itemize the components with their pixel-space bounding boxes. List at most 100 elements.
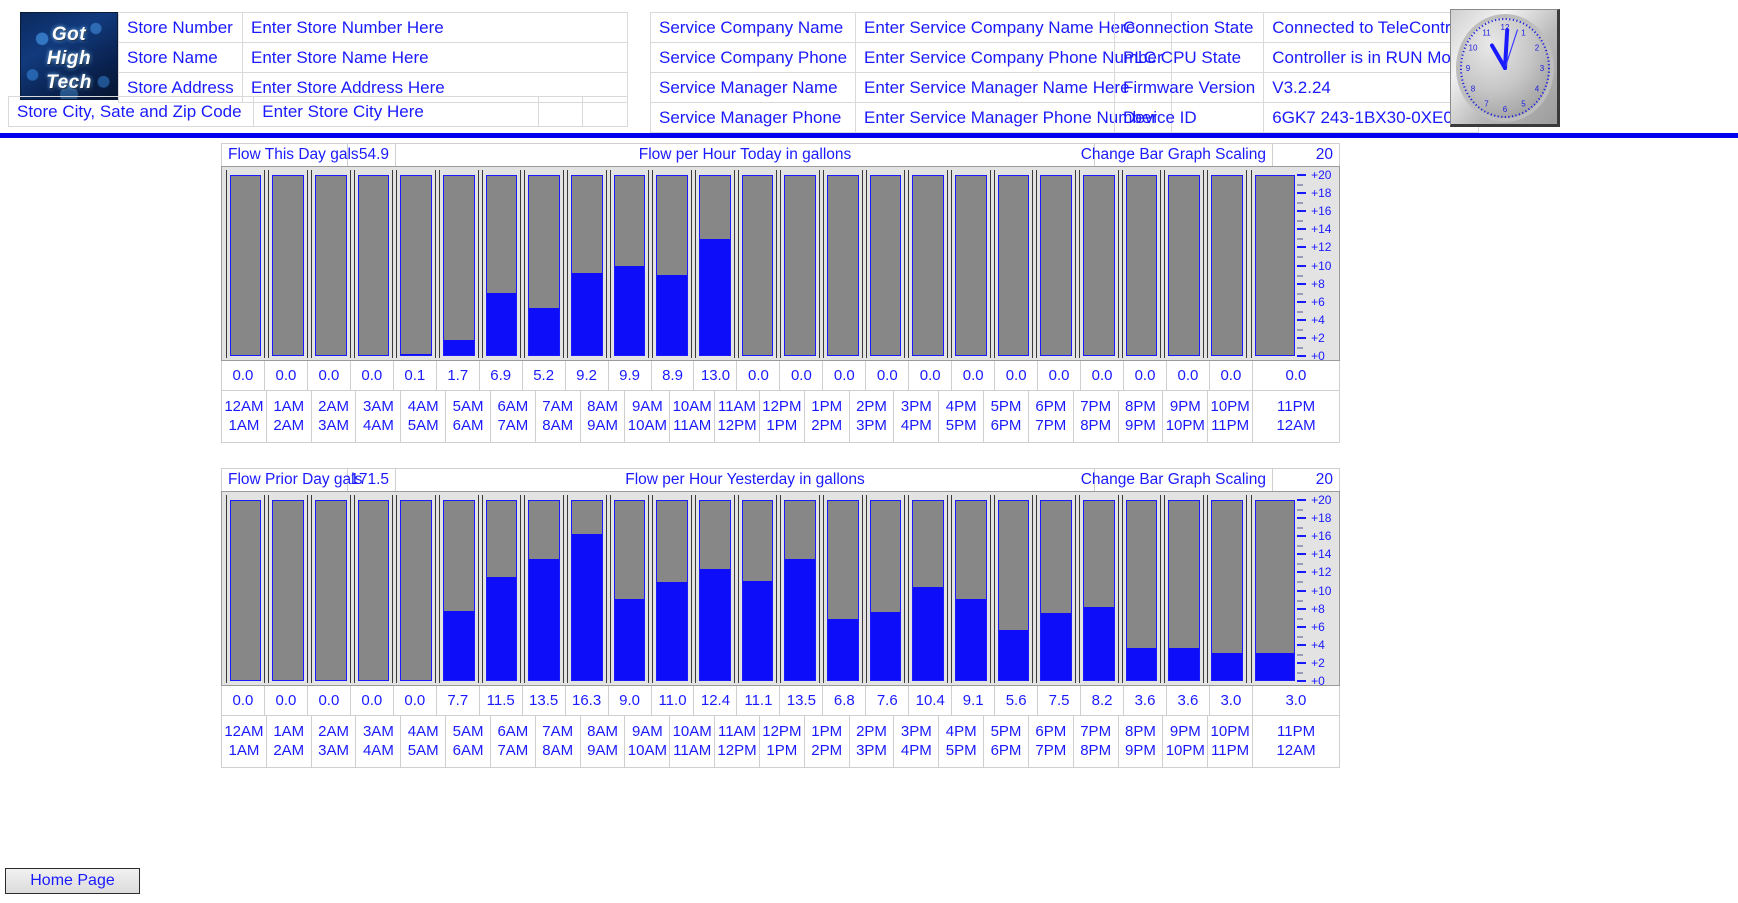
store-state-field[interactable] [537, 96, 584, 127]
device-id-label: Device ID [1113, 102, 1265, 133]
hour-value-cell: 7.5 [1038, 686, 1082, 715]
hour-label-start: 12AM [224, 722, 264, 740]
bar-track [485, 175, 518, 356]
today-scaling-button[interactable]: Change Bar Graph Scaling [1081, 144, 1273, 166]
axis-minor-tick [1297, 527, 1304, 530]
store-number-field[interactable]: Enter Store Number Here [241, 12, 629, 43]
hour-label-end: 6AM [452, 741, 484, 759]
hour-value-cell: 0.0 [737, 361, 781, 390]
hour-label-start: 6PM [1035, 397, 1067, 415]
axis-tick-label: +6 [1311, 619, 1325, 634]
hour-label-end: 1AM [228, 416, 260, 434]
axis-tick-mark [1297, 192, 1307, 195]
hour-label-start: 1PM [811, 722, 843, 740]
hour-label-end: 10PM [1165, 416, 1205, 434]
bar-column [993, 170, 1034, 358]
hour-label-cell: 4AM 5AM [401, 391, 447, 442]
bar-track [357, 500, 390, 681]
axis-scale: +20 +18 +16 +14 +12 +10 +8 +6 +4 +2 +0 [1295, 169, 1335, 362]
yesterday-scaling-value[interactable]: 20 [1273, 469, 1339, 491]
hour-label-start: 3AM [362, 397, 394, 415]
hour-label-cell: 3AM 4AM [356, 391, 402, 442]
today-scaling-value[interactable]: 20 [1273, 144, 1339, 166]
device-id-value: 6GK7 243-1BX30-0XE0 [1263, 102, 1479, 133]
axis-tick-mark [1297, 318, 1307, 321]
axis-minor-tick [1297, 310, 1304, 313]
hour-label-cell: 11AM 12PM [715, 391, 760, 442]
table-row: Device ID 6GK7 243-1BX30-0XE0 [1113, 102, 1479, 133]
svg-text:8: 8 [1471, 85, 1476, 94]
home-page-button[interactable]: Home Page [5, 868, 140, 894]
store-zip-field[interactable] [582, 96, 628, 127]
hour-value-cell: 6.9 [480, 361, 523, 390]
hour-value-cell: 6.8 [823, 686, 867, 715]
axis-tick-label: +18 [1311, 186, 1332, 201]
table-row: PLC CPU State Controller is in RUN Mode [1113, 42, 1479, 73]
axis-minor-tick [1297, 545, 1304, 548]
hour-label-end: 9PM [1125, 416, 1156, 434]
axis-tick-label: +16 [1311, 204, 1332, 219]
bar-column [524, 495, 564, 683]
hour-label-start: 11AM [717, 722, 757, 740]
firmware-version-value: V3.2.24 [1263, 72, 1479, 103]
hour-label-cell: 8PM 9PM [1119, 391, 1164, 442]
hour-value-cell: 0.0 [265, 686, 308, 715]
hour-label-cell: 3AM 4AM [356, 716, 402, 767]
table-row: Service Manager Phone Enter Service Mana… [649, 102, 1172, 133]
axis-minor-tick [1297, 563, 1304, 566]
hour-value-cell: 0.0 [1124, 361, 1167, 390]
hour-label-end: 3AM [318, 416, 349, 434]
bar-column [396, 170, 436, 358]
axis-tick-mark [1297, 589, 1307, 592]
hour-value-cell: 7.7 [437, 686, 480, 715]
bar-track [1040, 500, 1072, 681]
hour-label-end: 8PM [1080, 416, 1112, 434]
bar-fill [443, 339, 474, 355]
axis-tick-mark [1297, 553, 1307, 556]
bar-column [396, 495, 436, 683]
hour-label-start: 11PM [1277, 722, 1316, 740]
hour-label-end: 9PM [1125, 741, 1156, 759]
hour-label-cell: 9PM 10PM [1163, 716, 1209, 767]
bar-track [229, 500, 262, 681]
today-chart-title: Flow per Hour Today in gallons [396, 144, 1095, 166]
bar-column [950, 170, 991, 358]
bar-fill [657, 275, 687, 355]
hour-label-end: 9AM [587, 416, 618, 434]
hour-label-cell: 9AM 10AM [625, 716, 671, 767]
hour-label-cell: 5PM 6PM [984, 391, 1029, 442]
hour-value-cell: 0.0 [866, 361, 910, 390]
axis-tick-mark [1297, 643, 1307, 646]
hour-value-cell: 0.0 [1210, 361, 1253, 390]
hour-label-start: 10PM [1210, 397, 1250, 415]
hour-label-start: 9AM [631, 722, 663, 740]
table-row: Service Company Phone Enter Service Comp… [649, 42, 1172, 73]
hour-label-cell: 5AM 6AM [446, 716, 491, 767]
store-number-label: Store Number [118, 12, 243, 43]
hour-label-start: 1AM [273, 722, 305, 740]
yesterday-total-value: 171.5 [348, 469, 396, 491]
hour-label-end: 9AM [587, 741, 618, 759]
bar-fill [998, 629, 1029, 680]
bar-track [570, 175, 603, 356]
hour-label-cell: 2PM 3PM [850, 716, 895, 767]
svg-text:7: 7 [1484, 100, 1489, 109]
bar-column [780, 495, 820, 683]
yesterday-scaling-button[interactable]: Change Bar Graph Scaling [1081, 469, 1273, 491]
bar-track [613, 500, 646, 681]
hour-value-cell: 0.0 [1167, 361, 1210, 390]
hour-label-end: 2AM [273, 741, 305, 759]
store-city-field[interactable]: Enter Store City Here [253, 96, 539, 127]
hour-value-cell: 0.0 [222, 361, 265, 390]
hour-label-end: 4AM [362, 741, 394, 759]
hour-label-cell: 2AM 3AM [312, 716, 357, 767]
hour-label-start: 10PM [1210, 722, 1250, 740]
bar-track [741, 500, 774, 681]
store-name-field[interactable]: Enter Store Name Here [241, 42, 629, 73]
hour-label-cell: 10PM 11PM [1208, 391, 1254, 442]
hour-label-start: 12AM [224, 397, 264, 415]
bar-column [225, 170, 266, 358]
hour-label-start: 3AM [362, 722, 394, 740]
hour-label-start: 8PM [1125, 397, 1156, 415]
hour-label-start: 5PM [990, 722, 1022, 740]
